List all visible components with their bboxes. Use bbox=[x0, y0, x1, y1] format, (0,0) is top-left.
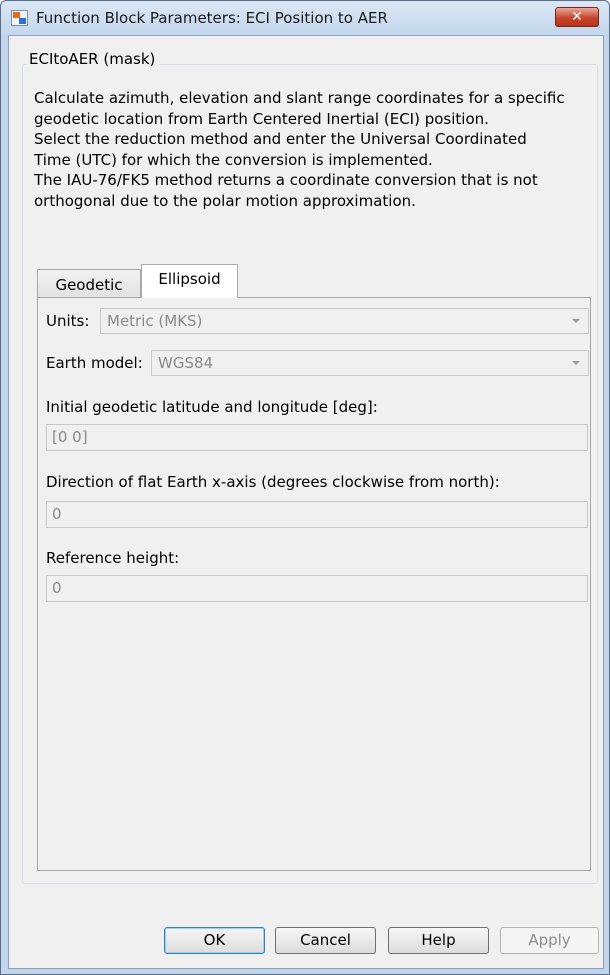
chevron-down-icon bbox=[572, 319, 580, 323]
latlon-value: [0 0] bbox=[52, 428, 88, 446]
direction-value: 0 bbox=[52, 505, 62, 523]
direction-label: Direction of flat Earth x-axis (degrees … bbox=[46, 473, 500, 491]
tab-ellipsoid-label: Ellipsoid bbox=[158, 270, 221, 288]
description-line: Calculate azimuth, elevation and slant r… bbox=[34, 89, 565, 107]
units-label: Units: bbox=[46, 312, 90, 330]
description-line: orthogonal due to the polar motion appro… bbox=[34, 191, 416, 210]
description-line: Time (UTC) for which the conversion is i… bbox=[34, 150, 433, 169]
earth-model-dropdown[interactable]: WGS84 bbox=[151, 350, 589, 376]
dialog-client-area: ECItoAER (mask) Calculate azimuth, eleva… bbox=[8, 35, 604, 969]
units-value: Metric (MKS) bbox=[107, 312, 203, 330]
cancel-button[interactable]: Cancel bbox=[275, 927, 376, 954]
close-icon: ✕ bbox=[571, 9, 583, 25]
window-title: Function Block Parameters: ECI Position … bbox=[36, 9, 388, 27]
tab-geodetic[interactable]: Geodetic bbox=[37, 269, 141, 298]
tab-geodetic-label: Geodetic bbox=[55, 276, 123, 294]
earth-model-label: Earth model: bbox=[46, 354, 143, 372]
description-line: geodetic location from Earth Centered In… bbox=[34, 109, 489, 128]
description-line: The IAU-76/FK5 method returns a coordina… bbox=[34, 171, 538, 189]
dialog-window: Function Block Parameters: ECI Position … bbox=[0, 0, 610, 975]
reference-height-input[interactable]: 0 bbox=[46, 575, 588, 602]
earth-model-value: WGS84 bbox=[158, 354, 214, 372]
chevron-down-icon bbox=[572, 361, 580, 365]
units-dropdown[interactable]: Metric (MKS) bbox=[100, 308, 589, 334]
mask-description: Calculate azimuth, elevation and slant r… bbox=[34, 88, 599, 211]
mask-group-title: ECItoAER (mask) bbox=[27, 50, 160, 68]
latlon-label: Initial geodetic latitude and longitude … bbox=[46, 398, 378, 416]
description-line: Select the reduction method and enter th… bbox=[34, 130, 527, 148]
title-bar[interactable]: Function Block Parameters: ECI Position … bbox=[1, 1, 609, 35]
close-button[interactable]: ✕ bbox=[555, 7, 599, 27]
ellipsoid-tab-panel: Units: Metric (MKS) Earth model: WGS84 I… bbox=[37, 297, 591, 871]
reference-height-value: 0 bbox=[52, 579, 62, 597]
tab-ellipsoid[interactable]: Ellipsoid bbox=[141, 264, 238, 298]
reference-height-label: Reference height: bbox=[46, 549, 180, 567]
latlon-input[interactable]: [0 0] bbox=[46, 424, 588, 451]
direction-input[interactable]: 0 bbox=[46, 501, 588, 528]
simulink-block-icon bbox=[11, 10, 28, 26]
ok-button[interactable]: OK bbox=[164, 927, 265, 954]
apply-button[interactable]: Apply bbox=[500, 927, 599, 954]
help-button[interactable]: Help bbox=[388, 927, 489, 954]
